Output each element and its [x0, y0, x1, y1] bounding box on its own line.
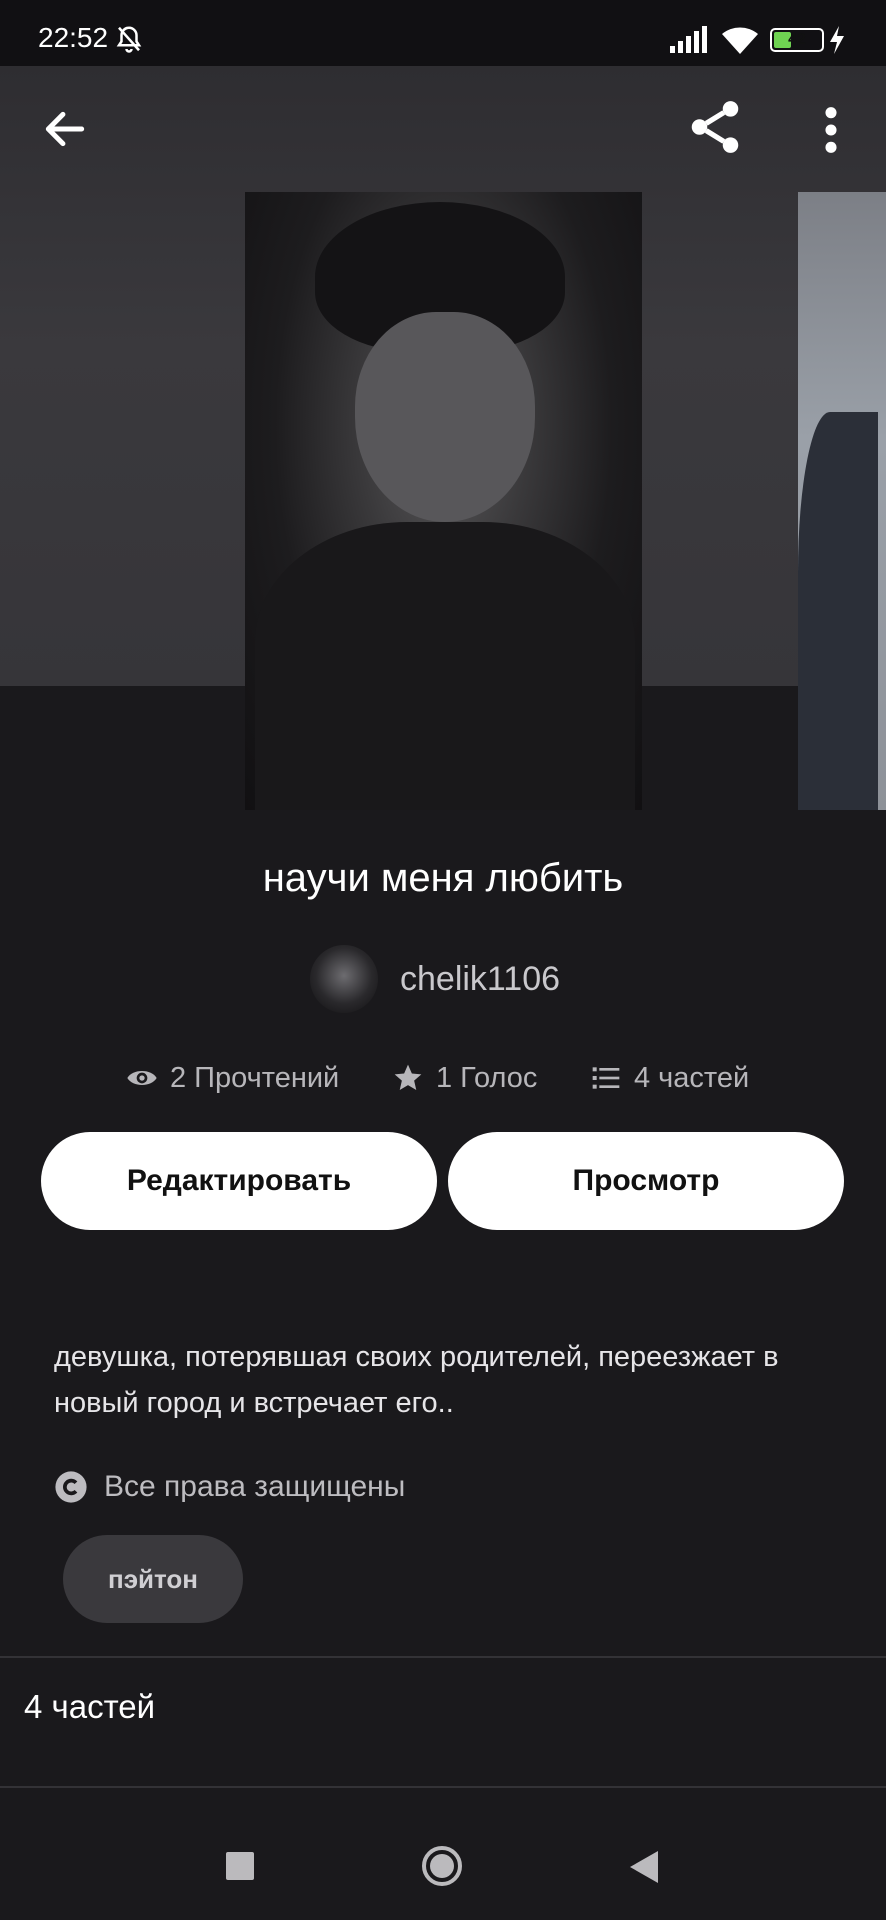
- status-bar: 22:52 42: [0, 0, 886, 66]
- edit-button[interactable]: Редактировать: [41, 1132, 437, 1230]
- eye-icon: [127, 1071, 157, 1085]
- star-icon: [394, 1064, 422, 1090]
- parts-count-stat: 4 частей: [634, 1061, 750, 1094]
- battery-level: 42: [788, 31, 806, 48]
- preview-button[interactable]: Просмотр: [448, 1132, 844, 1230]
- bell-off-icon: [116, 26, 142, 53]
- divider: [0, 1656, 886, 1658]
- story-title: научи меня любить: [262, 856, 624, 900]
- battery-icon: 42: [770, 28, 824, 52]
- wifi-icon: [722, 27, 758, 54]
- home-button[interactable]: [421, 1845, 463, 1887]
- recent-apps-button[interactable]: [226, 1852, 254, 1880]
- signal-icon: [670, 26, 707, 53]
- story-tag[interactable]: пэйтон: [63, 1535, 243, 1623]
- copyright-text: Все права защищены: [104, 1470, 406, 1503]
- author-name[interactable]: chelik1106: [400, 960, 560, 999]
- votes-stat: 1 Голос: [392, 1058, 537, 1098]
- author-avatar[interactable]: [310, 945, 378, 1013]
- next-cover-image[interactable]: [798, 192, 886, 810]
- reads-count: 2 Прочтений: [170, 1061, 340, 1094]
- votes-count: 1 Голос: [436, 1061, 538, 1094]
- back-button[interactable]: [40, 104, 90, 154]
- parts-stat: 4 частей: [590, 1058, 749, 1098]
- more-menu-button[interactable]: [816, 104, 846, 156]
- copyright-notice: Все права защищены: [54, 1470, 405, 1504]
- story-description: девушка, потерявшая своих родителей, пер…: [54, 1341, 779, 1419]
- status-time: 22:52: [38, 22, 109, 53]
- share-button[interactable]: [684, 96, 746, 158]
- story-cover-image[interactable]: [245, 192, 642, 810]
- divider: [0, 1786, 886, 1788]
- system-back-button[interactable]: [626, 1849, 660, 1885]
- parts-section-label[interactable]: 4 частей: [24, 1688, 155, 1726]
- copyright-icon: [55, 1471, 87, 1503]
- list-icon: [592, 1067, 620, 1089]
- charging-icon: [830, 26, 844, 54]
- reads-stat: 2 Прочтений: [126, 1058, 339, 1098]
